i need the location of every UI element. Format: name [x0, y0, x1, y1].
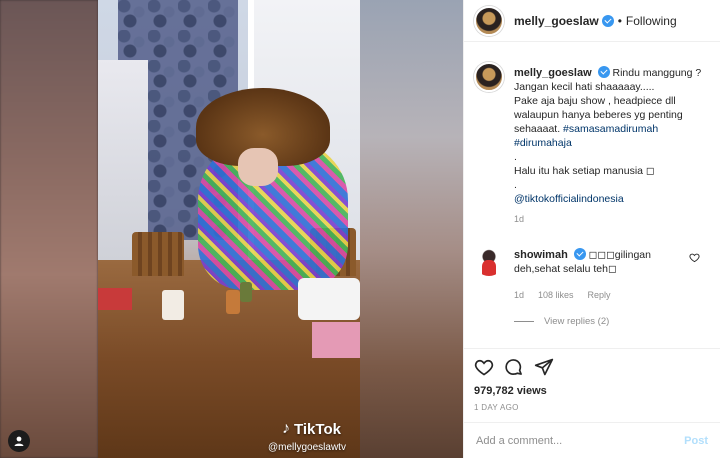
- caption-body: melly_goeslaw Rindu manggung ? Jangan ke…: [514, 54, 710, 226]
- performer-face: [238, 148, 278, 186]
- tiktok-note-icon: ♪: [282, 420, 290, 437]
- comment-item: showimah ◻◻◻gilingan deh,sehat selalu te…: [474, 246, 710, 302]
- post-age: 1 DAY AGO: [474, 403, 519, 412]
- header-separator: •: [617, 13, 622, 28]
- comment-timestamp: 1d: [514, 290, 525, 300]
- red-book: [98, 288, 132, 310]
- comment-like-heart-icon[interactable]: [689, 252, 700, 263]
- verified-icon: [573, 248, 586, 260]
- hashtag-link[interactable]: #dirumahaja: [514, 136, 710, 150]
- comment-likes[interactable]: 108 likes: [538, 288, 574, 302]
- heart-icon[interactable]: [474, 357, 494, 377]
- caption-dot: .: [514, 151, 517, 163]
- commenter-avatar[interactable]: [474, 246, 504, 276]
- post-media[interactable]: ♪ TikTok @mellygoeslawtv: [0, 0, 463, 458]
- view-replies-button[interactable]: View replies (2): [514, 316, 710, 327]
- caption-line: Halu itu hak setiap manusia ◻: [514, 165, 655, 177]
- caption-line: Jangan kecil hati shaaaaay.....: [514, 81, 655, 93]
- share-icon[interactable]: [534, 357, 554, 377]
- comment-meta: 1d 108 likes Reply: [514, 288, 689, 302]
- user-tag-button[interactable]: [8, 430, 30, 452]
- caption-line: Rindu manggung ?: [612, 67, 702, 79]
- author-username[interactable]: melly_goeslaw: [514, 14, 599, 28]
- comment-input[interactable]: Add a comment...: [476, 435, 684, 447]
- author-avatar[interactable]: [474, 5, 504, 36]
- chair-left: [132, 232, 184, 276]
- verified-icon: [601, 14, 614, 27]
- user-tag-icon: [14, 436, 24, 446]
- tiktok-watermark-label: TikTok: [294, 420, 341, 438]
- commenter-username[interactable]: showimah: [514, 249, 568, 261]
- post-caption: melly_goeslaw Rindu manggung ? Jangan ke…: [474, 54, 710, 226]
- action-bar: [474, 357, 710, 377]
- comment-body: showimah ◻◻◻gilingan deh,sehat selalu te…: [514, 246, 689, 302]
- caption-username[interactable]: melly_goeslaw: [514, 67, 592, 79]
- tiktok-watermark: ♪ TikTok: [282, 420, 341, 438]
- mention-link[interactable]: @tiktokofficialindonesia: [514, 192, 710, 206]
- comment-icon[interactable]: [504, 357, 524, 377]
- video-player[interactable]: [98, 0, 360, 458]
- replies-divider: [514, 321, 534, 322]
- post-actions-area: 979,782 views 1 DAY AGO: [464, 348, 720, 422]
- post-comment-button[interactable]: Post: [684, 435, 708, 447]
- jar: [240, 282, 252, 302]
- white-box: [298, 278, 360, 320]
- hashtag-link[interactable]: #samasamadirumah: [563, 123, 658, 135]
- pink-box: [312, 322, 360, 358]
- view-count[interactable]: 979,782 views: [474, 385, 710, 397]
- caption-dot: .: [514, 179, 517, 191]
- verified-icon: [597, 66, 610, 78]
- add-comment-bar: Add a comment... Post: [464, 422, 720, 458]
- caption-timestamp: 1d: [514, 214, 525, 224]
- caption-author-avatar[interactable]: [474, 62, 504, 92]
- tiktok-handle: @mellygoeslawtv: [268, 442, 346, 453]
- view-replies-label: View replies (2): [544, 316, 610, 327]
- jar: [226, 290, 240, 314]
- blurred-background-right: [360, 0, 463, 458]
- following-button[interactable]: Following: [626, 14, 677, 28]
- post-sidebar: melly_goeslaw • Following melly_goeslaw …: [463, 0, 720, 458]
- blurred-background-left: [0, 0, 98, 458]
- mug: [162, 290, 184, 320]
- cabinet: [98, 60, 148, 260]
- comments-list[interactable]: melly_goeslaw Rindu manggung ? Jangan ke…: [464, 54, 720, 348]
- post-header: melly_goeslaw • Following: [464, 0, 720, 42]
- reply-button[interactable]: Reply: [588, 288, 611, 302]
